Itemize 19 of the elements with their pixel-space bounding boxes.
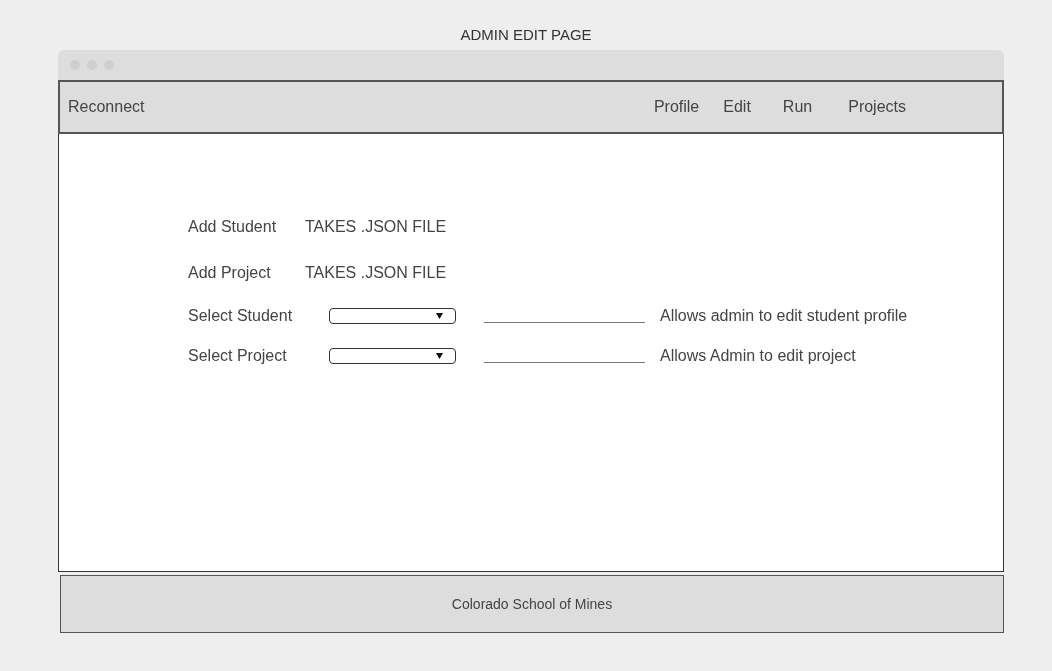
brand-link[interactable]: Reconnect — [68, 98, 145, 116]
row-label: Select Student — [188, 307, 294, 325]
page-title: ADMIN EDIT PAGE — [460, 26, 592, 45]
footer-text: Colorado School of Mines — [451, 596, 613, 612]
annotation: Allows Admin to edit project — [660, 347, 856, 365]
nav-link[interactable]: Projects — [848, 98, 906, 116]
row-label: Add Project — [188, 264, 272, 282]
dropdown[interactable] — [329, 308, 456, 324]
dropdown[interactable] — [329, 348, 456, 364]
nav-link[interactable]: Edit — [723, 98, 751, 116]
row-label: Add Student — [188, 218, 278, 236]
row-label: Select Project — [188, 347, 288, 365]
file-note: TAKES .JSON FILE — [305, 264, 447, 282]
annotation: Allows admin to edit student profile — [660, 307, 908, 325]
caret-icon — [436, 353, 443, 359]
nav-link[interactable]: Profile — [653, 98, 700, 116]
nav-link[interactable]: Run — [782, 98, 813, 116]
caret-icon — [436, 313, 443, 319]
file-note: TAKES .JSON FILE — [305, 218, 447, 236]
